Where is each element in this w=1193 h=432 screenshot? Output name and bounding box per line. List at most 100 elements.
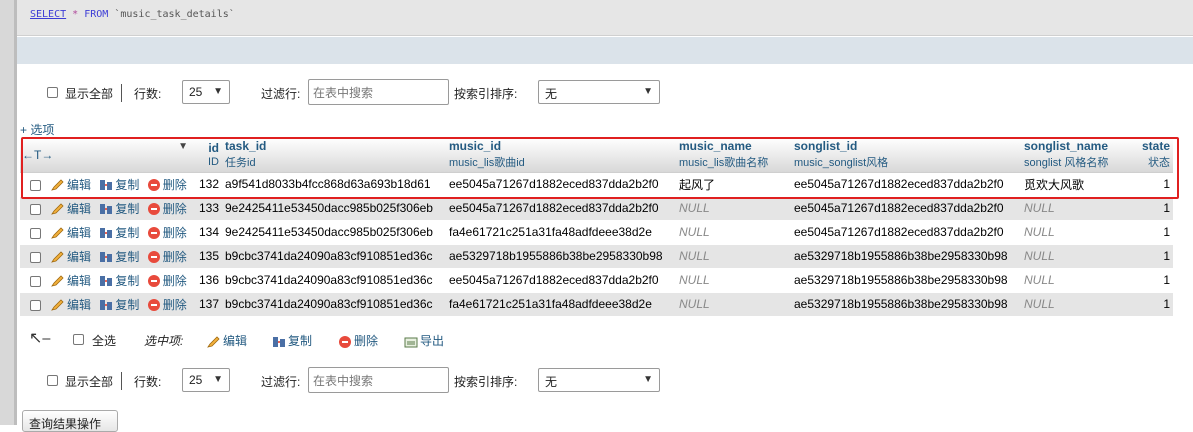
row-checkbox[interactable] bbox=[30, 179, 41, 191]
row-delete-button[interactable]: 删除 bbox=[147, 298, 187, 312]
cell-music-id[interactable]: ee5045a71267d1882eced837dda2b2f0 bbox=[446, 172, 676, 197]
cell-songlist-name[interactable]: 觅欢大风歌 bbox=[1021, 172, 1133, 197]
cell-state[interactable]: 1 bbox=[1133, 268, 1173, 293]
row-delete-button[interactable]: 删除 bbox=[147, 274, 187, 288]
cell-songlist-name[interactable]: NULL bbox=[1021, 292, 1133, 317]
row-copy-button[interactable]: 复制 bbox=[99, 274, 139, 288]
filter-input[interactable]: 在表中搜索 bbox=[308, 367, 449, 393]
select-all-label[interactable]: 全选 bbox=[92, 332, 116, 349]
col-header-songlist-name[interactable]: songlist_name songlist 风格名称 bbox=[1021, 138, 1133, 173]
cell-task-id[interactable]: b9cbc3741da24090a83cf910851ed36c bbox=[222, 292, 446, 317]
col-header-id[interactable]: id ID bbox=[192, 138, 222, 173]
show-all-label: 显示全部 bbox=[65, 375, 114, 389]
row-checkbox[interactable] bbox=[30, 203, 41, 215]
row-copy-button[interactable]: 复制 bbox=[99, 178, 139, 192]
rows-select[interactable]: 25 ▼ bbox=[182, 80, 230, 104]
cell-music-id[interactable]: ae5329718b1955886b38be2958330b98 bbox=[446, 244, 676, 269]
row-copy-button[interactable]: 复制 bbox=[99, 226, 139, 240]
chevron-down-icon: ▼ bbox=[213, 86, 223, 97]
cell-id[interactable]: 135 bbox=[192, 244, 222, 269]
row-copy-button[interactable]: 复制 bbox=[99, 250, 139, 264]
cell-songlist-id[interactable]: ee5045a71267d1882eced837dda2b2f0 bbox=[791, 196, 1021, 221]
cell-music-id[interactable]: ee5045a71267d1882eced837dda2b2f0 bbox=[446, 268, 676, 293]
cell-songlist-id[interactable]: ee5045a71267d1882eced837dda2b2f0 bbox=[791, 220, 1021, 245]
cell-music-name[interactable]: NULL bbox=[676, 292, 791, 317]
col-header-songlist-id[interactable]: songlist_id music_songlist风格 bbox=[791, 138, 1021, 173]
cell-music-id[interactable]: fa4e61721c251a31fa48adfdeee38d2e bbox=[446, 220, 676, 245]
cell-songlist-name[interactable]: NULL bbox=[1021, 220, 1133, 245]
bulk-edit-button[interactable]: 编辑 bbox=[207, 332, 247, 349]
show-all-checkbox[interactable] bbox=[47, 87, 58, 98]
select-all-checkbox[interactable] bbox=[73, 334, 84, 345]
col-header-music-name[interactable]: music_name music_lis歌曲名称 bbox=[676, 138, 791, 173]
col-header-task-id[interactable]: task_id 任务id bbox=[222, 138, 446, 173]
cell-songlist-id[interactable]: ee5045a71267d1882eced837dda2b2f0 bbox=[791, 172, 1021, 197]
cell-id[interactable]: 137 bbox=[192, 292, 222, 317]
table-row: 编辑 复制 删除 137 b9cbc3741da24090a83cf910851ed… bbox=[20, 292, 1173, 317]
row-checkbox[interactable] bbox=[30, 275, 41, 287]
cell-id[interactable]: 134 bbox=[192, 220, 222, 245]
row-delete-button[interactable]: 删除 bbox=[147, 226, 187, 240]
cell-music-name[interactable]: NULL bbox=[676, 196, 791, 221]
cell-music-name[interactable]: NULL bbox=[676, 244, 791, 269]
cell-state[interactable]: 1 bbox=[1133, 292, 1173, 317]
cell-state[interactable]: 1 bbox=[1133, 220, 1173, 245]
cell-task-id[interactable]: 9e2425411e53450dacc985b025f306eb bbox=[222, 196, 446, 221]
col-header-music-id[interactable]: music_id music_lis歌曲id bbox=[446, 138, 676, 173]
rows-select[interactable]: 25 ▼ bbox=[182, 368, 230, 392]
bulk-copy-button[interactable]: 复制 bbox=[272, 332, 312, 349]
col-comment: 状态 bbox=[1148, 157, 1170, 170]
sort-triangle-icon[interactable]: ▼ bbox=[178, 141, 188, 152]
cell-task-id[interactable]: b9cbc3741da24090a83cf910851ed36c bbox=[222, 244, 446, 269]
row-copy-label: 复制 bbox=[115, 249, 140, 264]
cell-music-name[interactable]: 起风了 bbox=[676, 172, 791, 197]
filter-placeholder: 在表中搜索 bbox=[313, 374, 374, 388]
show-all-checkbox[interactable] bbox=[47, 375, 58, 386]
row-edit-button[interactable]: 编辑 bbox=[51, 202, 91, 216]
cell-songlist-id[interactable]: ae5329718b1955886b38be2958330b98 bbox=[791, 292, 1021, 317]
cell-music-name[interactable]: NULL bbox=[676, 220, 791, 245]
cell-songlist-name[interactable]: NULL bbox=[1021, 244, 1133, 269]
row-checkbox[interactable] bbox=[30, 251, 41, 263]
query-results-operations-button[interactable]: 查询结果操作 bbox=[22, 410, 118, 432]
row-edit-button[interactable]: 编辑 bbox=[51, 250, 91, 264]
table-row: 编辑 复制 删除 134 9e2425411e53450dacc985b025f30… bbox=[20, 220, 1173, 245]
cell-songlist-name[interactable]: NULL bbox=[1021, 268, 1133, 293]
row-checkbox[interactable] bbox=[30, 299, 41, 311]
cell-state[interactable]: 1 bbox=[1133, 196, 1173, 221]
row-delete-button[interactable]: 删除 bbox=[147, 250, 187, 264]
row-copy-button[interactable]: 复制 bbox=[99, 202, 139, 216]
row-edit-button[interactable]: 编辑 bbox=[51, 274, 91, 288]
cell-music-name[interactable]: NULL bbox=[676, 268, 791, 293]
cell-songlist-name[interactable]: NULL bbox=[1021, 196, 1133, 221]
col-header-state[interactable]: state 状态 bbox=[1133, 138, 1173, 173]
row-delete-button[interactable]: 删除 bbox=[147, 178, 187, 192]
row-checkbox[interactable] bbox=[30, 227, 41, 239]
cell-id[interactable]: 132 bbox=[192, 172, 222, 197]
row-delete-button[interactable]: 删除 bbox=[147, 202, 187, 216]
bulk-export-button[interactable]: 导出 bbox=[404, 332, 444, 349]
column-toggle-arrows-icon[interactable]: ←T→ bbox=[22, 148, 53, 162]
cell-id[interactable]: 136 bbox=[192, 268, 222, 293]
cell-task-id[interactable]: a9f541d8033b4fcc868d63a693b18d61 bbox=[222, 172, 446, 197]
row-edit-button[interactable]: 编辑 bbox=[51, 178, 91, 192]
cell-state[interactable]: 1 bbox=[1133, 172, 1173, 197]
cell-songlist-id[interactable]: ae5329718b1955886b38be2958330b98 bbox=[791, 268, 1021, 293]
cell-music-id[interactable]: ee5045a71267d1882eced837dda2b2f0 bbox=[446, 196, 676, 221]
pencil-icon bbox=[51, 299, 64, 311]
cell-music-id[interactable]: fa4e61721c251a31fa48adfdeee38d2e bbox=[446, 292, 676, 317]
filter-input[interactable]: 在表中搜索 bbox=[308, 79, 449, 105]
options-link[interactable]: + 选项 bbox=[20, 121, 54, 138]
row-edit-button[interactable]: 编辑 bbox=[51, 298, 91, 312]
cell-task-id[interactable]: 9e2425411e53450dacc985b025f306eb bbox=[222, 220, 446, 245]
row-copy-button[interactable]: 复制 bbox=[99, 298, 139, 312]
row-edit-button[interactable]: 编辑 bbox=[51, 226, 91, 240]
sort-select[interactable]: 无 ▼ bbox=[538, 80, 660, 104]
sql-select-keyword[interactable]: SELECT bbox=[30, 9, 66, 20]
bulk-delete-button[interactable]: 删除 bbox=[339, 332, 378, 349]
sort-select[interactable]: 无 ▼ bbox=[538, 368, 660, 392]
cell-state[interactable]: 1 bbox=[1133, 244, 1173, 269]
cell-id[interactable]: 133 bbox=[192, 196, 222, 221]
cell-songlist-id[interactable]: ae5329718b1955886b38be2958330b98 bbox=[791, 244, 1021, 269]
cell-task-id[interactable]: b9cbc3741da24090a83cf910851ed36c bbox=[222, 268, 446, 293]
